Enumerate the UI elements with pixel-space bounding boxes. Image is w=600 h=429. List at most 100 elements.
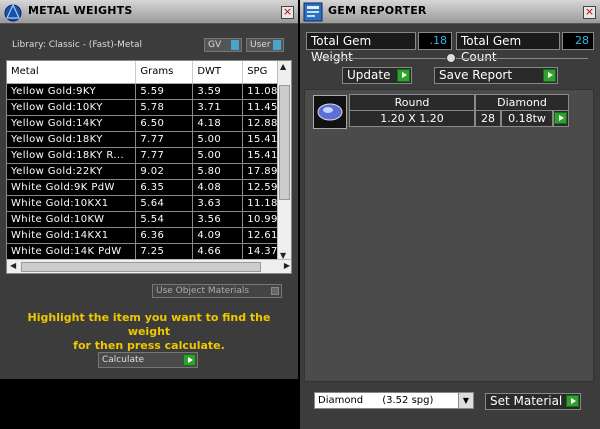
save-report-button[interactable]: Save Report [434,67,558,84]
cell-dwt: 5.00 [192,147,244,164]
table-row[interactable]: White Gold:14KX1 6.36 4.09 12.61 [7,227,291,244]
metal-weights-panel: METAL WEIGHTS × Library: Classic - (Fast… [0,0,298,379]
use-object-materials-indicator [271,287,279,295]
total-gem-count-value: 28 [562,32,594,50]
material-select[interactable]: Diamond (3.52 spg) ▼ [314,392,474,409]
user-label: User [250,40,271,50]
table-row[interactable]: Yellow Gold:10KY 5.78 3.71 11.45 [7,99,291,116]
cell-dwt: 4.09 [192,227,244,244]
cell-metal: Yellow Gold:22KY [7,163,137,180]
vertical-scrollbar[interactable]: ▲ ▼ [277,61,291,261]
use-object-materials-label: Use Object Materials [156,286,250,296]
table-row[interactable]: Yellow Gold:18KY 7.77 5.00 15.41 [7,131,291,148]
table-row[interactable]: Yellow Gold:22KY 9.02 5.80 17.89 [7,163,291,180]
scroll-up-icon[interactable]: ▲ [280,62,286,71]
table-row[interactable]: Yellow Gold:18KY R... 7.77 5.00 15.41 [7,147,291,164]
scroll-right-icon[interactable]: ▶ [284,261,290,270]
cell-dwt: 5.00 [192,131,244,148]
dropdown-arrow-icon[interactable]: ▼ [458,393,473,408]
horizontal-scroll-thumb[interactable] [21,262,261,272]
cell-metal: Yellow Gold:9KY [7,83,137,100]
table-row[interactable]: White Gold:14K PdW 7.25 4.66 14.37 [7,243,291,260]
cell-metal: White Gold:10KX1 [7,195,137,212]
gem-count-cell: 28 [475,110,501,127]
gv-label: GV [208,40,222,50]
close-icon[interactable]: × [583,6,596,19]
cell-grams: 5.78 [135,99,194,116]
hint-line-1: Highlight the item you want to find the … [27,311,271,338]
cell-dwt: 5.80 [192,163,244,180]
total-gem-weight-value: .18 [418,32,452,50]
gem-row-go-button[interactable] [553,110,569,127]
cell-grams: 5.59 [135,83,194,100]
update-button[interactable]: Update [342,67,412,84]
table-row[interactable]: Yellow Gold:9KY 5.59 3.59 11.08 [7,83,291,100]
cell-grams: 7.25 [135,243,194,260]
user-toggle[interactable]: User [246,38,284,52]
gem-material-cell: Diamond [475,94,569,111]
play-arrow-icon [554,112,567,124]
hint-text: Highlight the item you want to find the … [10,311,288,353]
set-material-label: Set Material [490,394,563,408]
column-header-dwt[interactable]: DWT [192,61,244,84]
column-header-metal[interactable]: Metal [7,61,137,84]
library-label: Library: Classic - (Fast)-Metal [12,40,143,50]
cell-dwt: 4.08 [192,179,244,196]
play-arrow-icon [183,354,196,366]
cell-grams: 6.50 [135,115,194,132]
gem-weight-cell: 0.18tw [501,110,553,127]
gem-list-area: Round Diamond 1.20 X 1.20 28 0.18tw [304,89,594,382]
gem-reporter-icon [303,2,323,22]
cell-dwt: 3.56 [192,211,244,228]
horizontal-scrollbar[interactable]: ◀ ▶ [7,259,291,273]
use-object-materials-toggle[interactable]: Use Object Materials [152,284,282,298]
cell-grams: 9.02 [135,163,194,180]
calculate-label: Calculate [102,355,145,365]
set-material-button[interactable]: Set Material [485,393,581,410]
scroll-left-icon[interactable]: ◀ [10,261,16,270]
cell-grams: 7.77 [135,131,194,148]
metal-table[interactable]: Metal Grams DWT SPG Yellow Gold:9KY 5.59 3… [6,60,292,274]
total-gem-count-label: Total Gem Count [456,32,560,64]
cell-grams: 7.77 [135,147,194,164]
round-gem-icon[interactable] [313,95,347,129]
slider-knob[interactable] [446,53,456,63]
update-label: Update [347,68,391,82]
table-row[interactable]: White Gold:10KW 5.54 3.56 10.99 [7,211,291,228]
user-indicator [273,40,281,50]
table-row[interactable]: White Gold:10KX1 5.64 3.63 11.18 [7,195,291,212]
table-row[interactable]: Yellow Gold:14KY 6.50 4.18 12.88 [7,115,291,132]
gv-indicator [231,40,239,50]
gem-shape-cell: Round [349,94,475,111]
material-select-value: Diamond (3.52 spg) [318,395,434,406]
app-logo-icon [4,3,22,22]
cell-dwt: 3.63 [192,195,244,212]
cell-metal: Yellow Gold:18KY [7,131,137,148]
cell-metal: White Gold:14K PdW [7,243,137,260]
cell-metal: White Gold:10KW [7,211,137,228]
column-header-grams[interactable]: Grams [135,61,194,84]
gem-size-cell: 1.20 X 1.20 [349,110,475,127]
gem-reporter-titlebar: GEM REPORTER × [300,0,600,24]
cell-dwt: 4.66 [192,243,244,260]
cell-metal: Yellow Gold:18KY R... [7,147,137,164]
play-arrow-icon [566,395,579,407]
cell-grams: 6.36 [135,227,194,244]
play-arrow-icon [397,69,410,82]
gem-reporter-panel: GEM REPORTER × Total Gem Weight .18 Tota… [300,0,600,429]
vertical-scroll-thumb[interactable] [279,85,290,200]
hint-line-2: for then press calculate. [73,339,225,352]
cell-grams: 6.35 [135,179,194,196]
close-icon[interactable]: × [281,6,294,19]
gv-toggle[interactable]: GV [204,38,242,52]
total-gem-weight-label: Total Gem Weight [306,32,416,64]
cell-metal: White Gold:14KX1 [7,227,137,244]
cell-metal: Yellow Gold:14KY [7,115,137,132]
cell-metal: Yellow Gold:10KY [7,99,137,116]
save-report-label: Save Report [439,68,513,82]
calculate-button[interactable]: Calculate [98,352,198,368]
gem-reporter-title: GEM REPORTER [328,4,427,17]
metal-weights-title: METAL WEIGHTS [28,4,133,17]
table-row[interactable]: White Gold:9K PdW 6.35 4.08 12.59 [7,179,291,196]
table-header: Metal Grams DWT SPG [7,61,291,84]
